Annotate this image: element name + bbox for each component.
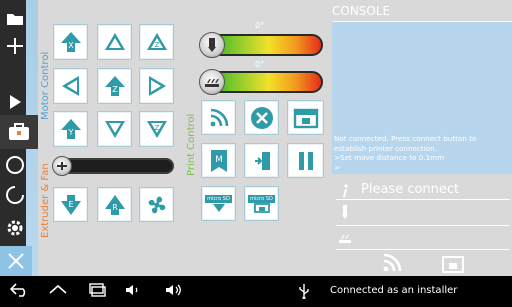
console-line: Not connected. Press connect button to [334, 134, 477, 143]
toolbox-icon[interactable] [0, 115, 38, 149]
printer-small-icon [253, 202, 270, 213]
macro-button[interactable]: M [201, 143, 236, 178]
sd-print-button[interactable]: micro SD [201, 186, 236, 221]
circle-icon[interactable] [3, 153, 27, 177]
printer-icon[interactable] [441, 254, 465, 276]
plus-icon[interactable] [3, 34, 27, 58]
console-log[interactable]: Not connected. Press connect button to e… [332, 22, 512, 174]
extruder-temp-value: 0° [255, 21, 265, 30]
status-row: Please connect [336, 182, 510, 200]
move-x-up-button[interactable]: X [53, 24, 88, 60]
door-button[interactable] [244, 143, 279, 178]
move-right-button[interactable] [139, 68, 174, 104]
usb-icon [298, 283, 310, 299]
svg-text:Z: Z [154, 124, 159, 132]
connection-icon [210, 108, 228, 126]
volume-up-icon[interactable] [165, 283, 183, 297]
play-icon[interactable] [3, 90, 27, 114]
svg-text:R: R [112, 203, 118, 212]
move-y-back-button[interactable] [97, 111, 132, 147]
fan-button[interactable] [139, 187, 174, 222]
refresh-icon[interactable] [3, 183, 27, 207]
close-icon [8, 253, 24, 269]
connection-icon[interactable] [381, 252, 403, 276]
svg-text:Z: Z [154, 41, 159, 49]
fan-icon [148, 196, 165, 213]
svg-text:Y: Y [67, 128, 73, 137]
svg-text:Z: Z [112, 85, 118, 94]
bed-temp-knob[interactable] [199, 69, 225, 95]
console-line: establish printer connection. [334, 143, 437, 153]
pause-button[interactable] [287, 143, 324, 178]
extruder-status-row [336, 200, 510, 226]
console-text: Not connected. Press connect button to e… [334, 134, 510, 172]
console-line: >Set move distance to 0.1mm [334, 153, 445, 162]
back-icon[interactable] [10, 283, 30, 297]
sd-card-icon: micro SD [248, 194, 275, 203]
heated-bed-icon [339, 234, 351, 243]
svg-text:E: E [68, 200, 73, 209]
console-title: CONSOLE [332, 4, 391, 18]
retract-button[interactable]: R [97, 187, 132, 222]
bookmark-m-icon: M [210, 149, 227, 172]
volume-down-icon[interactable] [125, 283, 143, 297]
folder-icon[interactable] [3, 6, 27, 30]
console-line: > [334, 162, 341, 172]
close-button[interactable] [0, 246, 32, 276]
stop-icon [250, 106, 273, 129]
sd-card-icon: micro SD [205, 194, 232, 203]
fan-slider-knob[interactable] [52, 156, 72, 176]
move-z-down-button[interactable]: Z [139, 111, 174, 147]
thermometer-icon [57, 162, 67, 170]
print-control-label: Print Control [186, 113, 197, 176]
gear-icon[interactable] [3, 216, 27, 240]
connection-status: Please connect [361, 182, 460, 197]
move-z-up-button[interactable]: Z [139, 24, 174, 60]
extruder-fan-label: Extruder & Fan [40, 163, 51, 238]
pause-icon [298, 151, 313, 170]
move-left-button[interactable] [53, 68, 88, 104]
bed-status-row [336, 226, 510, 250]
app-window: Motor Control Extruder & Fan Print Contr… [0, 0, 512, 276]
connect-button[interactable] [201, 100, 236, 135]
info-icon [343, 184, 348, 197]
fan-speed-slider[interactable] [58, 158, 174, 174]
sd-upload-button[interactable]: micro SD [244, 186, 279, 221]
stop-button[interactable] [244, 100, 279, 135]
move-y-down-button[interactable]: Y [53, 111, 88, 147]
heated-bed-icon [205, 78, 219, 87]
nozzle-icon [208, 38, 216, 52]
move-z-home-button[interactable]: Z [97, 68, 132, 104]
nozzle-icon [342, 205, 348, 219]
bed-temp-value: 0° [255, 60, 265, 69]
svg-text:X: X [68, 41, 74, 50]
recent-apps-icon[interactable] [88, 283, 106, 297]
usb-notification[interactable]: Connected as an installer [330, 285, 457, 296]
arrow-down-icon [212, 203, 225, 212]
printer-button[interactable] [287, 100, 324, 135]
printer-icon [293, 108, 318, 128]
svg-text:M: M [215, 155, 223, 165]
home-icon[interactable] [48, 283, 68, 297]
door-icon [254, 151, 270, 170]
extruder-temp-knob[interactable] [199, 32, 225, 58]
move-y-forward-button[interactable] [97, 24, 132, 60]
motor-control-label: Motor Control [40, 51, 51, 120]
extrude-button[interactable]: E [53, 187, 88, 222]
system-navigation-bar: Connected as an installer [0, 276, 512, 307]
